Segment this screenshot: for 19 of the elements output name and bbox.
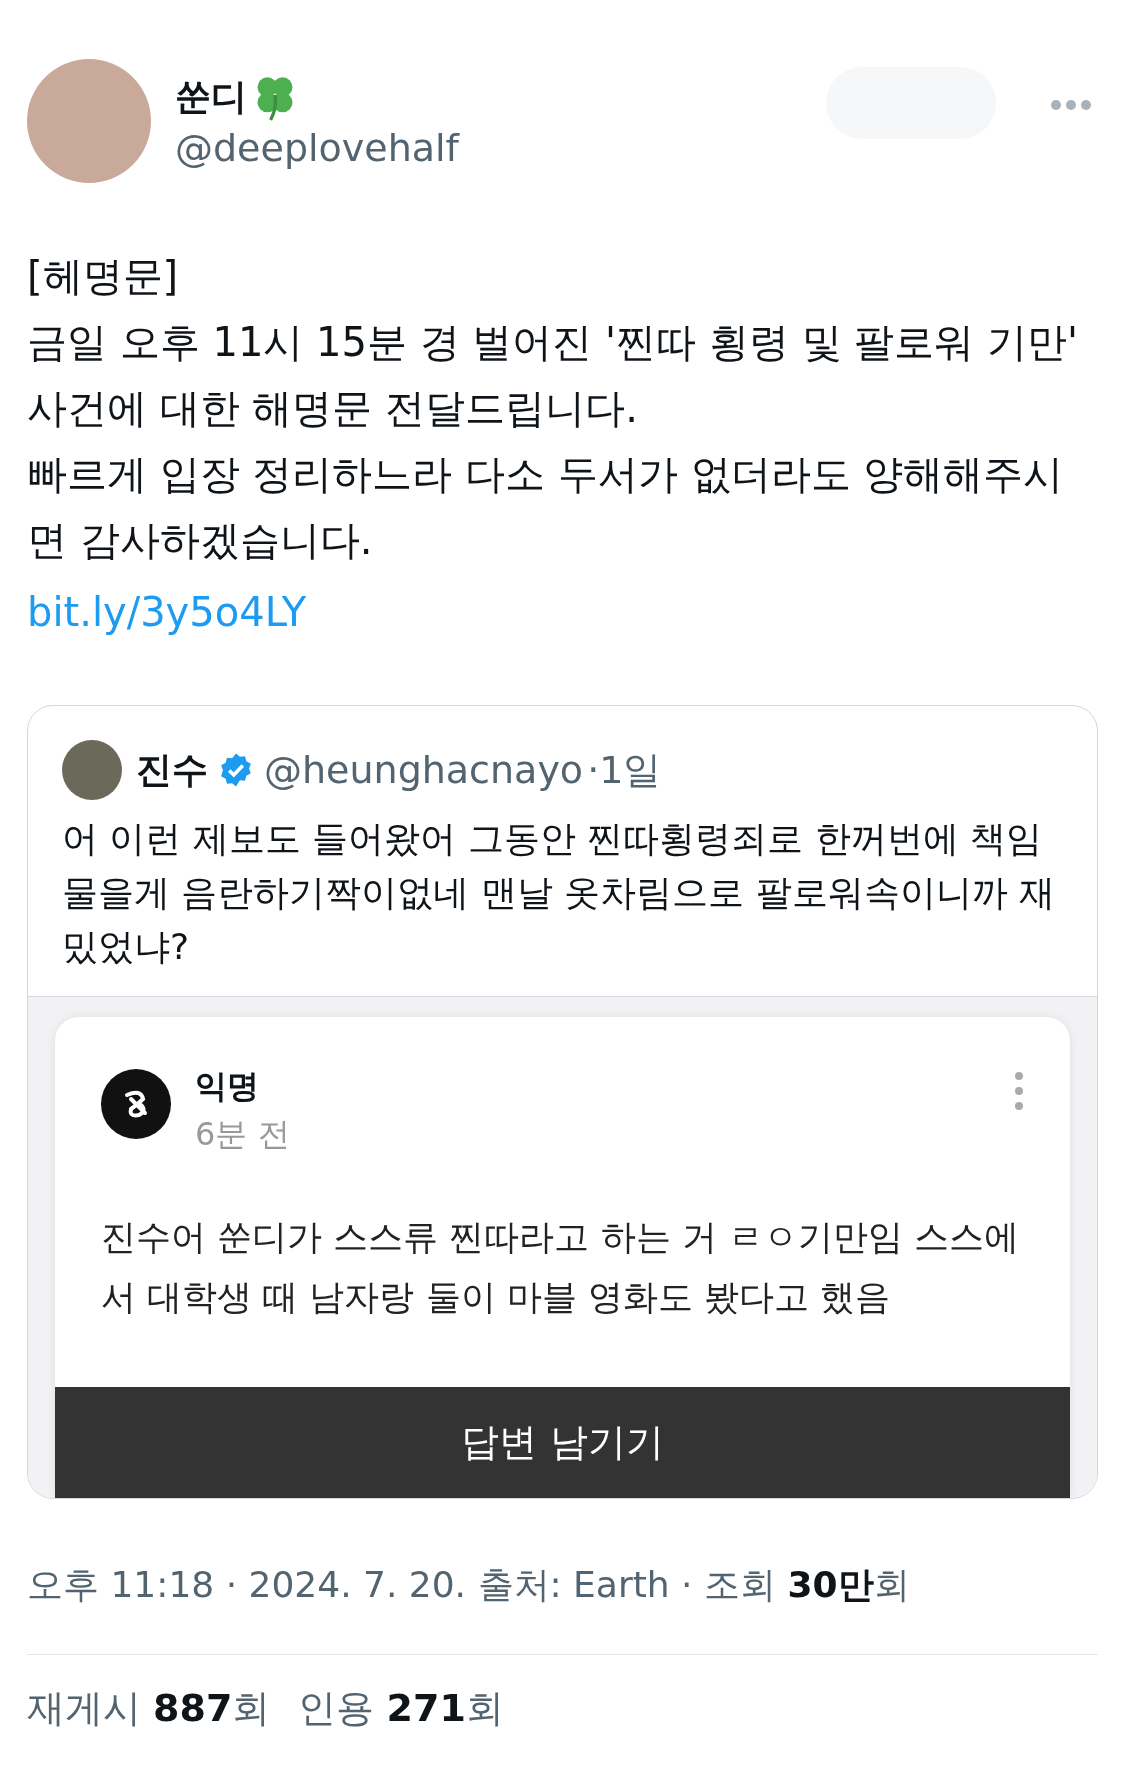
engagement-count[interactable]: 인용 271회: [298, 1683, 504, 1734]
author-handle[interactable]: @deeplovehalf: [175, 125, 802, 170]
app-logo-icon: [101, 1069, 171, 1139]
quoted-author-name: 진수: [136, 747, 208, 792]
post-time: 6분 전: [195, 1114, 291, 1155]
author-name[interactable]: 쑨디: [175, 72, 247, 122]
quoted-tweet-text: 어 이런 제보도 들어왔어 그동안 찐따횡령죄로 한꺼번에 책임 물을게 음란하기짝이없네 맨날 옷차림으로 팔로워속이니까 재밌었냐?: [62, 817, 1057, 969]
avatar-photo-placeholder: [62, 740, 122, 800]
post-author: 익명: [195, 1066, 260, 1107]
engagement-count[interactable]: 재게시 887회: [27, 1683, 271, 1734]
quoted-tweet-card[interactable]: 진수 @heunghacnayo·1일 어 이런 제보도 들어왔어 그동안 찐따횡령죄로 한꺼번에 책임 물을게 음란하기짝이없네 맨날 옷차림으로 팔로워속이니까 재밌었냐? 익명 6분 전 진수어 쑨디가 스스류 찐따라고 하는 거 ㄹㅇ기만임 스스에서 대학생 때 남자랑 둘이 마블 영화도 봤다고 했음 답변 남기기: [27, 705, 1098, 1499]
reply-button: 답변 남기기: [55, 1387, 1070, 1498]
tweet-meta: 오후 11:18 · 2024. 7. 20. 출처: Earth · 조회 30만회: [27, 1563, 911, 1607]
more-options-icon[interactable]: [1050, 99, 1092, 111]
post-text: 진수어 쑨디가 스스류 찐따라고 하는 거 ㄹㅇ기만임 스스에서 대학생 때 남자랑 둘이 마블 영화도 봤다고 했음: [101, 1216, 1020, 1319]
more-options-icon: [1014, 1071, 1024, 1111]
tweet-text: [헤명문] 금일 오후 11시 15분 경 벌어진 '찐따 횡령 및 팔로워 기만' 사건에 대한 해명문 전달드립니다. 빠르게 입장 정리하느라 다소 두서가 없더라도 양해해주시면 감사하겠습니다.: [27, 252, 1079, 565]
quoted-author-handle: @heunghacnayo: [264, 748, 584, 792]
quoted-time: ·1일: [587, 746, 662, 794]
